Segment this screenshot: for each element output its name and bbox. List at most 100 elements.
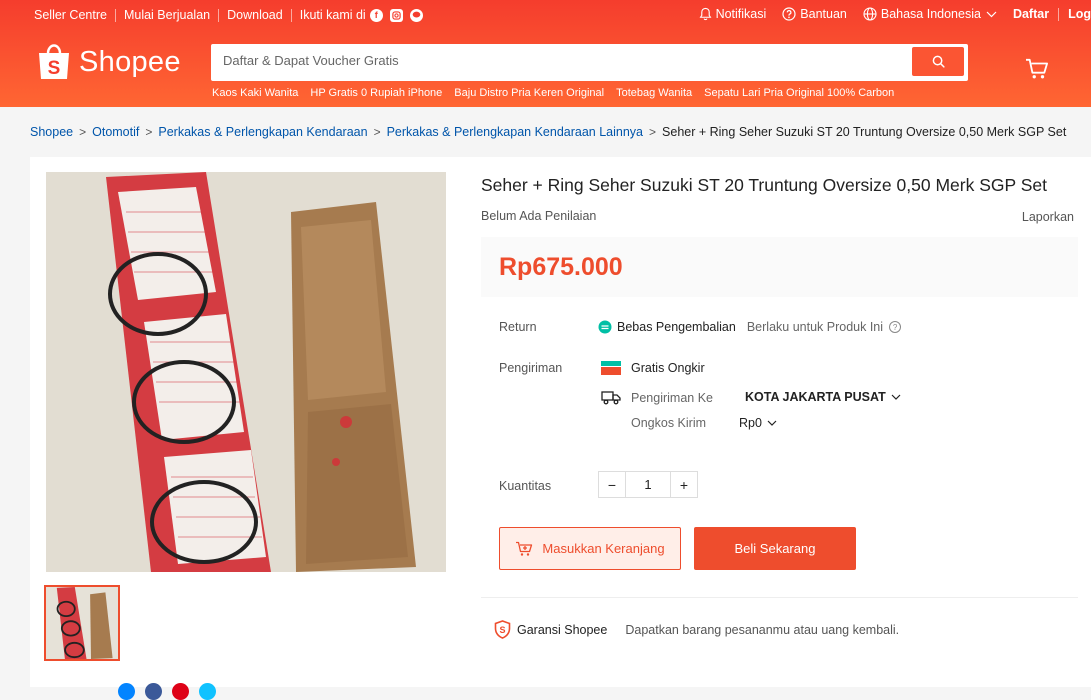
divider xyxy=(218,8,220,22)
svg-text:S: S xyxy=(48,58,61,79)
notifications-link[interactable]: Notifikasi xyxy=(699,7,767,21)
shopping-bag-logo-icon: S xyxy=(39,44,69,79)
cart-icon xyxy=(1026,58,1048,79)
product-thumbnail-image xyxy=(46,587,118,659)
seller-centre-link[interactable]: Seller Centre xyxy=(34,8,107,22)
ship-cost-row: Ongkos Kirim xyxy=(631,416,706,430)
shopee-logo[interactable]: S Shopee xyxy=(37,43,181,81)
divider xyxy=(481,597,1078,598)
product-price: Rp675.000 xyxy=(499,253,623,281)
divider xyxy=(114,8,116,22)
ship-cost-selector[interactable]: Rp0 xyxy=(739,416,777,430)
divider xyxy=(1058,7,1060,21)
product-title: Seher + Ring Seher Suzuki ST 20 Truntung… xyxy=(481,175,1047,195)
return-info: Bebas Pengembalian Berlaku untuk Produk … xyxy=(598,320,902,334)
follow-us-label: Ikuti kami di xyxy=(299,8,366,22)
share-facebook-icon[interactable] xyxy=(145,683,162,700)
chevron-right-icon: > xyxy=(649,125,657,139)
buy-now-button[interactable]: Beli Sekarang xyxy=(694,527,856,570)
quantity-decrease-button[interactable]: − xyxy=(599,472,625,497)
search-suggestion[interactable]: Kaos Kaki Wanita xyxy=(212,87,298,99)
product-main-image[interactable] xyxy=(46,172,446,572)
chevron-down-icon xyxy=(891,394,901,400)
ship-cost-value: Rp0 xyxy=(739,416,762,430)
product-photo xyxy=(46,172,446,572)
breadcrumb-link[interactable]: Shopee xyxy=(30,125,73,139)
language-label: Bahasa Indonesia xyxy=(880,7,981,21)
chevron-right-icon: > xyxy=(373,125,381,139)
notifications-label: Notifikasi xyxy=(715,7,767,21)
search-suggestions: Kaos Kaki Wanita HP Gratis 0 Rupiah iPho… xyxy=(212,87,906,99)
quantity-stepper: − 1 + xyxy=(598,471,698,498)
chevron-down-icon xyxy=(986,11,997,17)
share-pinterest-icon[interactable] xyxy=(172,683,189,700)
search-suggestion[interactable]: Sepatu Lari Pria Original 100% Carbon xyxy=(704,87,894,99)
breadcrumb-link[interactable]: Otomotif xyxy=(92,125,139,139)
download-link[interactable]: Download xyxy=(227,8,283,22)
language-selector[interactable]: Bahasa Indonesia xyxy=(863,7,997,21)
quantity-label: Kuantitas xyxy=(499,479,552,493)
info-icon[interactable]: ? xyxy=(889,321,902,333)
top-navbar: Seller Centre Mulai Berjualan Download I… xyxy=(0,0,1091,30)
ship-to-row: Pengiriman Ke xyxy=(601,390,713,405)
globe-icon xyxy=(863,7,877,21)
free-return-icon xyxy=(598,320,612,334)
register-link[interactable]: Daftar xyxy=(1013,7,1049,21)
search-button[interactable] xyxy=(912,47,964,76)
shield-icon: S xyxy=(494,620,511,639)
add-to-cart-icon xyxy=(516,541,533,556)
free-shipping-info: Gratis Ongkir xyxy=(601,361,705,375)
search-suggestion[interactable]: Totebag Wanita xyxy=(616,87,692,99)
free-shipping-xtra-icon xyxy=(601,361,621,375)
ship-to-label: Pengiriman Ke xyxy=(631,390,713,405)
search-input[interactable] xyxy=(223,53,903,68)
chevron-right-icon: > xyxy=(79,125,87,139)
share-twitter-icon[interactable] xyxy=(199,683,216,700)
shopee-guarantee[interactable]: S Garansi Shopee Dapatkan barang pesanan… xyxy=(494,620,899,639)
free-shipping-label: Gratis Ongkir xyxy=(631,361,705,375)
ship-cost-label: Ongkos Kirim xyxy=(631,416,707,430)
add-to-cart-button[interactable]: Masukkan Keranjang xyxy=(499,527,681,570)
breadcrumb-link[interactable]: Perkakas & Perlengkapan Kendaraan xyxy=(158,125,367,139)
bell-icon xyxy=(699,7,712,21)
start-selling-link[interactable]: Mulai Berjualan xyxy=(124,8,210,22)
divider xyxy=(290,8,292,22)
facebook-icon[interactable]: f xyxy=(369,8,383,22)
quantity-increase-button[interactable]: + xyxy=(671,472,697,497)
help-label: Bantuan xyxy=(800,7,847,21)
report-link[interactable]: Laporkan xyxy=(1022,210,1074,224)
svg-text:S: S xyxy=(499,625,505,635)
quantity-input[interactable]: 1 xyxy=(625,472,671,497)
chevron-down-icon xyxy=(767,420,777,426)
search-bar xyxy=(211,44,968,81)
help-circle-icon xyxy=(782,7,796,21)
return-value: Bebas Pengembalian xyxy=(617,320,736,334)
return-label: Return xyxy=(499,320,537,334)
guarantee-title: Garansi Shopee xyxy=(517,622,608,637)
shipping-label: Pengiriman xyxy=(499,361,563,375)
line-icon[interactable] xyxy=(409,8,423,22)
search-suggestion[interactable]: Baju Distro Pria Keren Original xyxy=(454,87,604,99)
guarantee-description: Dapatkan barang pesananmu atau uang kemb… xyxy=(625,622,900,637)
cart-button[interactable] xyxy=(1025,58,1049,85)
rating-status: Belum Ada Penilaian xyxy=(481,209,597,223)
share-messenger-icon[interactable] xyxy=(118,683,135,700)
product-thumbnail[interactable] xyxy=(44,585,120,661)
login-link[interactable]: Log xyxy=(1068,7,1091,21)
return-note: Berlaku untuk Produk Ini xyxy=(746,320,884,334)
breadcrumb: Shopee > Otomotif > Perkakas & Perlengka… xyxy=(30,125,1066,139)
instagram-icon[interactable] xyxy=(389,8,403,22)
chevron-right-icon: > xyxy=(145,125,153,139)
site-header: Seller Centre Mulai Berjualan Download I… xyxy=(0,0,1091,107)
logo-text: Shopee xyxy=(79,45,181,78)
search-icon xyxy=(932,55,945,68)
search-suggestion[interactable]: HP Gratis 0 Rupiah iPhone xyxy=(310,87,442,99)
breadcrumb-current: Seher + Ring Seher Suzuki ST 20 Truntung… xyxy=(662,125,1067,139)
price-section: Rp675.000 xyxy=(481,237,1078,297)
add-to-cart-label: Masukkan Keranjang xyxy=(542,541,665,556)
breadcrumb-link[interactable]: Perkakas & Perlengkapan Kendaraan Lainny… xyxy=(387,125,643,139)
ship-to-selector[interactable]: KOTA JAKARTA PUSAT xyxy=(745,390,901,404)
truck-icon xyxy=(601,391,621,405)
help-link[interactable]: Bantuan xyxy=(782,7,847,21)
ship-to-value: KOTA JAKARTA PUSAT xyxy=(745,390,886,404)
